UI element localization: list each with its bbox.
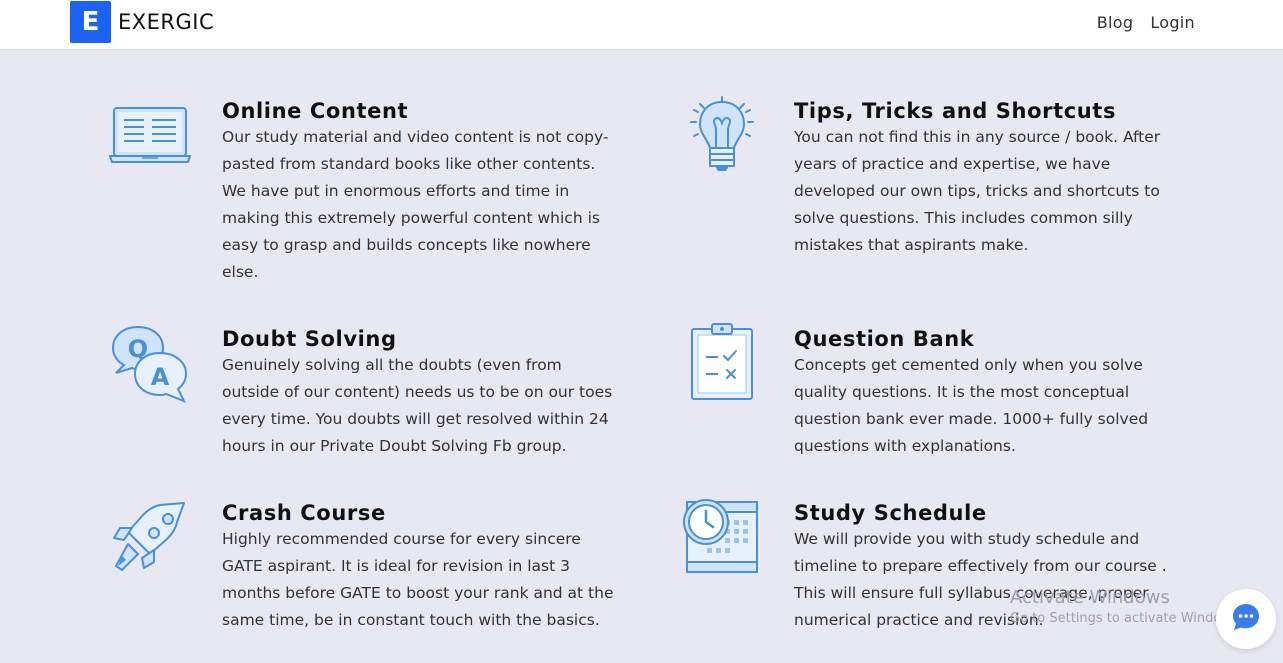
brand-logo[interactable]: E — [70, 1, 111, 43]
feature-title: Doubt Solving — [222, 327, 397, 351]
rocket-icon — [110, 500, 190, 580]
svg-text:A: A — [151, 363, 170, 391]
lightbulb-icon — [688, 96, 756, 176]
chat-button[interactable] — [1216, 589, 1276, 649]
nav-links: Blog Login — [1097, 13, 1195, 32]
feature-desc: You can not find this in any source / bo… — [794, 128, 1161, 254]
chat-bubble-icon — [1231, 602, 1261, 636]
feature-title: Study Schedule — [794, 501, 987, 525]
nav-login-link[interactable]: Login — [1150, 13, 1195, 32]
brand-name[interactable]: EXERGIC — [118, 10, 214, 34]
feature-title: Question Bank — [794, 327, 975, 351]
qa-chat-icon: Q A — [110, 325, 190, 405]
feature-online-content: Online Content Our study material and vi… — [222, 96, 622, 286]
brand[interactable]: E EXERGIC — [70, 1, 214, 43]
watermark-subtitle: Go to Settings to activate Windows. — [1010, 611, 1243, 626]
watermark-title: Activate Windows — [1010, 587, 1170, 608]
feature-tips-tricks: Tips, Tricks and Shortcuts You can not f… — [794, 96, 1174, 259]
feature-question-bank: Question Bank Concepts get cemented only… — [794, 324, 1174, 460]
feature-desc: Highly recommended course for every sinc… — [222, 530, 614, 629]
nav-blog-link[interactable]: Blog — [1097, 13, 1134, 32]
clipboard-checklist-icon — [690, 323, 754, 403]
feature-desc: Concepts get cemented only when you solv… — [794, 356, 1149, 455]
feature-desc: Genuinely solving all the doubts (even f… — [222, 356, 613, 455]
feature-desc: Our study material and video content is … — [222, 128, 609, 281]
navbar: E EXERGIC Blog Login — [0, 0, 1283, 50]
feature-title: Crash Course — [222, 501, 386, 525]
feature-title: Online Content — [222, 99, 409, 123]
clock-calendar-icon — [681, 498, 761, 576]
laptop-document-icon — [108, 106, 192, 166]
feature-doubt-solving: Doubt Solving Genuinely solving all the … — [222, 324, 622, 460]
activate-windows-watermark: Activate Windows Go to Settings to activ… — [1010, 587, 1243, 628]
feature-crash-course: Crash Course Highly recommended course f… — [222, 498, 622, 634]
feature-title: Tips, Tricks and Shortcuts — [794, 99, 1117, 123]
